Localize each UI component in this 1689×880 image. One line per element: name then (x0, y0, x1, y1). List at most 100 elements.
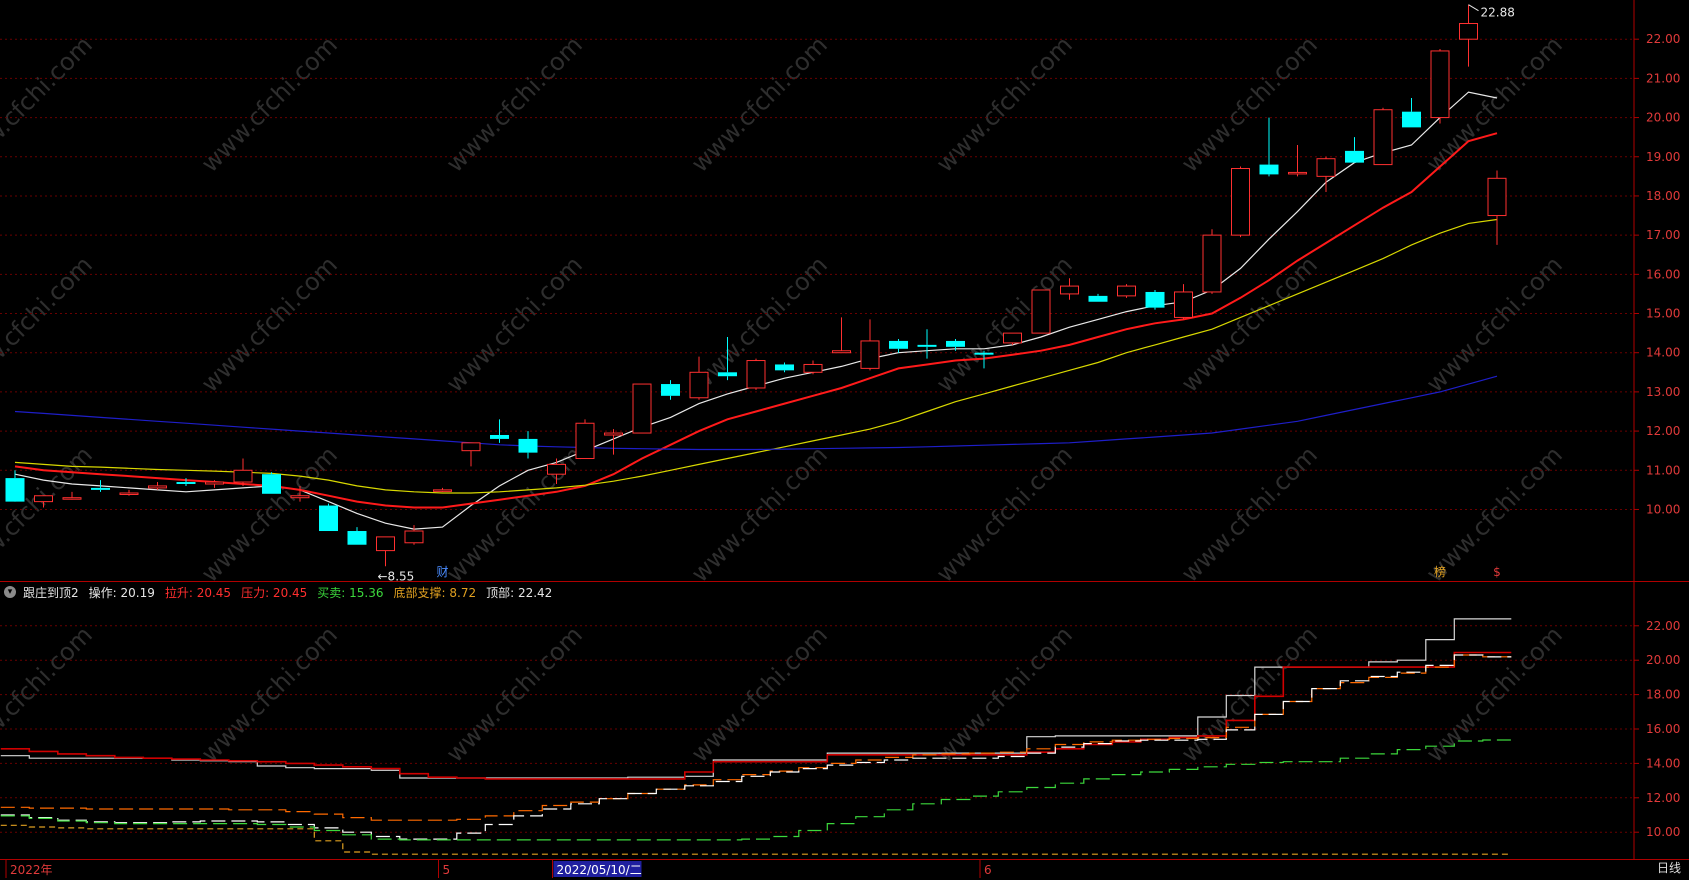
price-tick-label: 21.00 (1646, 71, 1680, 85)
watermark-text: www.cfchi.com (196, 31, 343, 178)
price-tick-label: 10.00 (1646, 502, 1680, 516)
stock-chart[interactable]: www.cfchi.com www.cfchi.com www.cfchi.com w… (0, 0, 1689, 880)
event-marker: 财 (436, 565, 448, 579)
price-tick-label: 22.00 (1646, 32, 1680, 46)
candle-body-down (661, 384, 680, 396)
watermark-text: www.cfchi.com (0, 621, 98, 768)
price-tick-label: 12.00 (1646, 424, 1680, 438)
time-label: 6 (984, 863, 992, 877)
indicator-tick-label: 18.00 (1646, 688, 1680, 702)
watermark-text: www.cfchi.com (441, 31, 588, 178)
candle-body-up (1316, 158, 1336, 177)
watermark-text: www.cfchi.com (0, 441, 98, 588)
candle[interactable] (1373, 107, 1393, 166)
candle-body-up (604, 432, 623, 436)
candle[interactable] (889, 338, 908, 353)
candle-body-up (148, 485, 167, 489)
candle[interactable] (832, 317, 851, 354)
candle[interactable] (433, 487, 452, 492)
candle[interactable] (575, 419, 595, 460)
watermark-text: www.cfchi.com (1176, 441, 1323, 588)
candle[interactable] (461, 442, 481, 467)
candle[interactable] (632, 383, 652, 434)
legend-bottom-support: 底部支撑: 8.72 (393, 585, 477, 600)
candle-body-down (974, 352, 994, 355)
candle-body-up (461, 442, 481, 452)
indicator-grid (0, 625, 1634, 833)
candle-body-down (91, 487, 110, 490)
watermark-text: www.cfchi.com (1176, 251, 1323, 398)
candle[interactable] (62, 491, 82, 500)
candle[interactable] (1003, 332, 1022, 345)
candle[interactable] (803, 360, 823, 375)
high-price-pointer (1468, 4, 1479, 12)
period-label[interactable]: 日线 (1657, 859, 1681, 876)
candle[interactable] (518, 431, 538, 459)
candle[interactable] (1031, 289, 1051, 334)
indicator-tick-label: 20.00 (1646, 653, 1680, 667)
candle-body-down (775, 364, 794, 371)
candle[interactable] (1174, 284, 1193, 320)
candle[interactable] (775, 362, 794, 373)
candle-body-down (176, 482, 196, 484)
candle-body-up (1174, 291, 1193, 318)
candle[interactable] (1430, 48, 1450, 124)
candle-body-up (803, 363, 823, 373)
candle[interactable] (1316, 156, 1336, 193)
candle[interactable] (347, 527, 367, 545)
candle-body-up (1031, 289, 1051, 334)
candle-body-up (632, 383, 652, 434)
candle[interactable] (119, 489, 139, 496)
candle[interactable] (233, 458, 253, 486)
watermark-text: www.cfchi.com (441, 251, 588, 398)
candle[interactable] (1259, 117, 1279, 177)
watermark-text: www.cfchi.com (0, 251, 98, 398)
candle-body-down (319, 505, 338, 532)
price-tick-label: 18.00 (1646, 189, 1680, 203)
indicator-tick-label: 10.00 (1646, 825, 1680, 839)
candle[interactable] (860, 319, 880, 371)
candle-body-up (233, 469, 253, 483)
candle[interactable] (1402, 97, 1421, 128)
candle-body-up (1060, 285, 1079, 295)
candle[interactable] (319, 503, 338, 532)
indicator-title[interactable]: 跟庄到顶2 (23, 584, 79, 601)
candle[interactable] (746, 358, 766, 390)
candle[interactable] (148, 482, 167, 490)
watermark-text: www.cfchi.com (1421, 251, 1568, 398)
candle-body-up (1459, 23, 1478, 40)
indicator-tick-label: 12.00 (1646, 791, 1680, 805)
candle[interactable] (1459, 4, 1478, 67)
legend-trade: 买卖: 15.36 (317, 585, 384, 600)
time-label: 5 (443, 863, 451, 877)
legend-top: 顶部: 22.42 (486, 585, 553, 600)
candle[interactable] (1145, 290, 1165, 310)
candle-body-up (34, 495, 53, 503)
candle[interactable] (262, 472, 281, 494)
price-tick-label: 15.00 (1646, 307, 1680, 321)
candle[interactable] (1345, 137, 1364, 163)
candle[interactable] (376, 536, 395, 567)
price-tick-label: 14.00 (1646, 346, 1680, 360)
candle-body-up (689, 371, 709, 399)
candle[interactable] (1088, 293, 1108, 302)
chevron-down-icon[interactable]: ▾ (4, 586, 16, 598)
candle-body-up (1487, 177, 1507, 217)
candle[interactable] (917, 329, 937, 359)
candle-body-down (262, 474, 281, 494)
candle-body-up (1373, 109, 1393, 166)
candle[interactable] (1288, 145, 1307, 177)
candle-body-up (433, 489, 452, 492)
candle-body-down (490, 435, 509, 439)
event-marker: 榜 (1434, 564, 1446, 579)
candle[interactable] (661, 380, 680, 400)
candle[interactable] (1231, 166, 1250, 238)
price-tick-label: 19.00 (1646, 150, 1680, 164)
watermark-text: www.cfchi.com (0, 31, 98, 178)
candle-body-up (205, 481, 224, 485)
candle[interactable] (1202, 229, 1222, 294)
candle[interactable] (1487, 170, 1507, 245)
candle[interactable] (1117, 284, 1136, 298)
candle-body-up (1117, 285, 1136, 297)
candle-body-up (746, 360, 766, 389)
